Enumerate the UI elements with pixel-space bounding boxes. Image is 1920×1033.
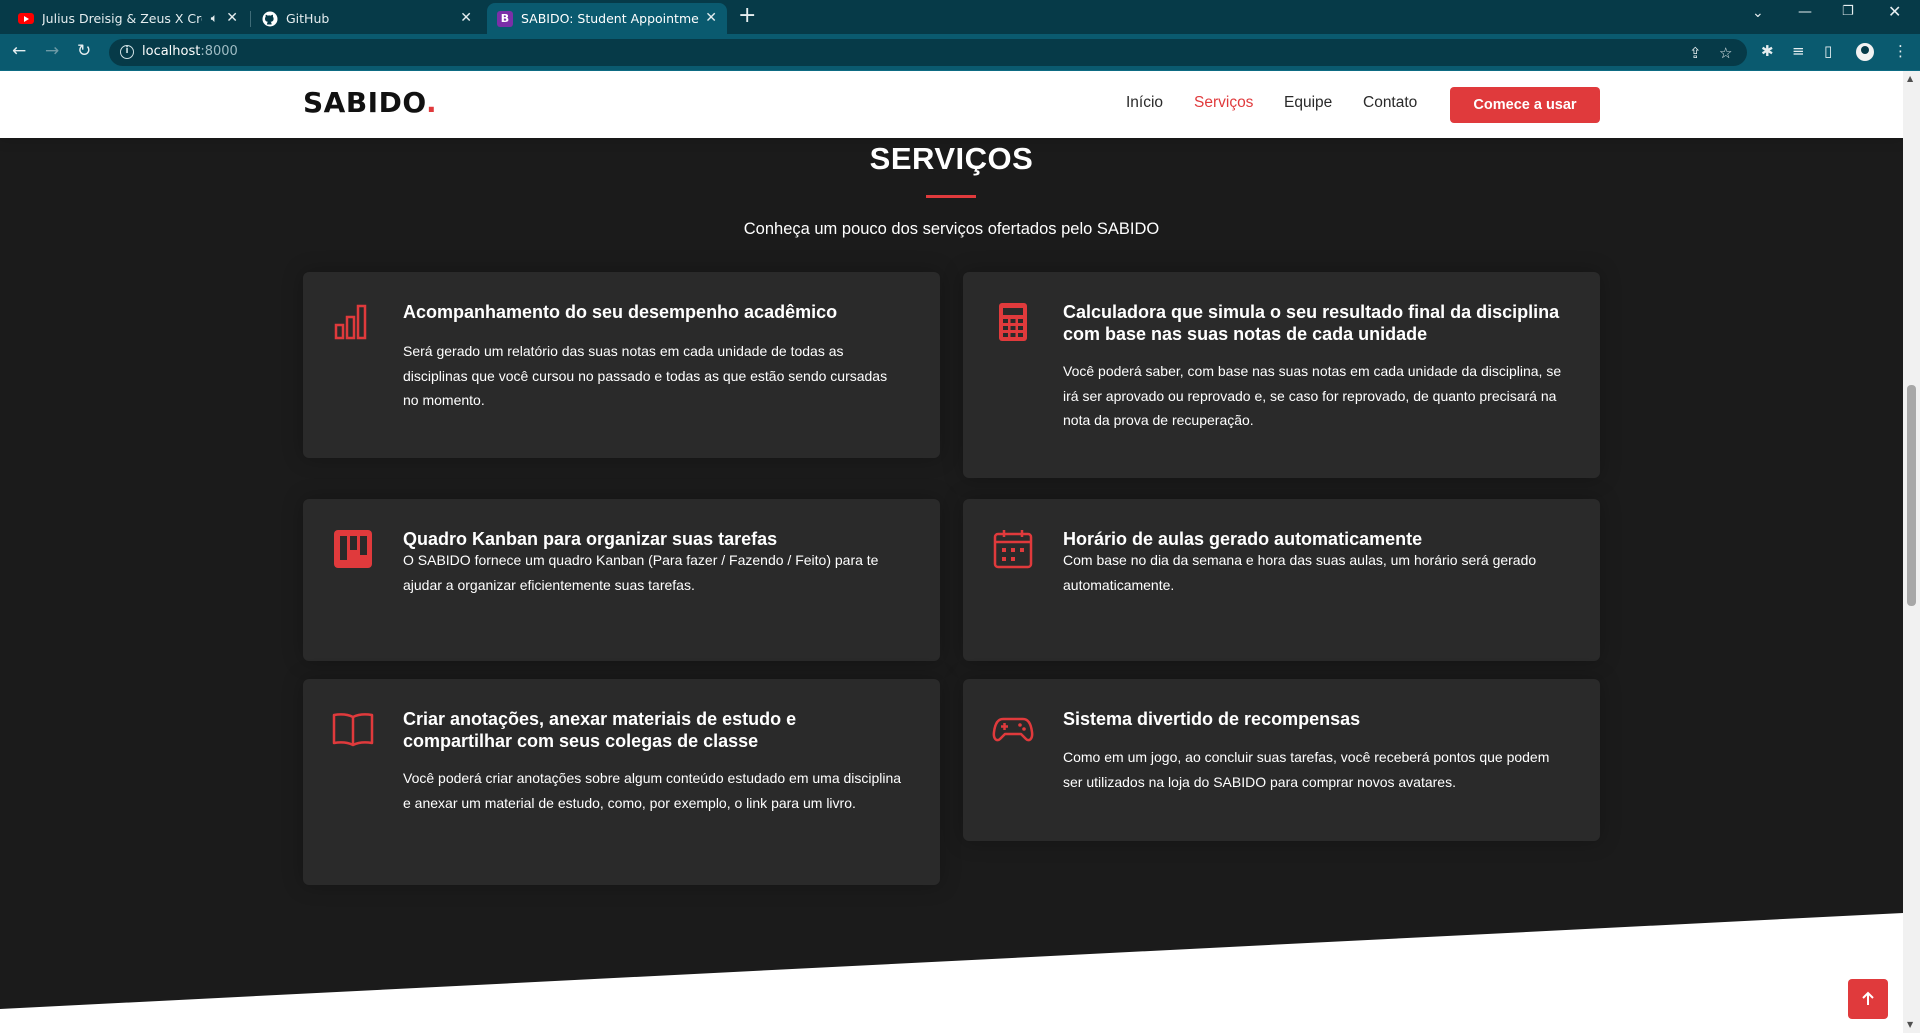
close-tab-icon[interactable]: ✕ [226, 10, 238, 26]
profile-avatar-icon[interactable] [1856, 43, 1874, 61]
section-divider-shape [0, 913, 1903, 1033]
card-title: Sistema divertido de recompensas [1063, 709, 1361, 729]
tab-title: Julius Dreisig & Zeus X Crona [42, 11, 202, 26]
media-controls-icon[interactable]: ≡ [1792, 42, 1805, 60]
scroll-thumb[interactable] [1907, 385, 1916, 606]
restore-icon[interactable]: ❐ [1842, 4, 1854, 19]
speaker-icon[interactable]: 🔈︎ [211, 11, 218, 26]
card-title: Calculadora que simula o seu resultado f… [1063, 302, 1560, 344]
card-title: Quadro Kanban para organizar suas tarefa… [403, 529, 778, 549]
card-text: Você poderá criar anotações sobre algum … [403, 770, 902, 811]
browser-tab-youtube[interactable]: Julius Dreisig & Zeus X Crona 🔈︎ ✕ [8, 3, 248, 34]
back-arrow-icon[interactable]: ← [12, 42, 26, 60]
service-card: Sistema divertido de recompensas Como em… [963, 679, 1600, 841]
extensions-puzzle-icon[interactable]: ✱ [1761, 42, 1774, 60]
tab-search-icon[interactable]: ⌄ [1752, 5, 1764, 21]
card-title: Criar anotações, anexar materiais de est… [403, 709, 797, 751]
forward-arrow-icon[interactable]: → [45, 42, 59, 60]
calculator-icon [999, 303, 1027, 341]
bookmark-star-icon[interactable]: ☆ [1719, 44, 1732, 62]
reload-icon[interactable]: ↻ [77, 42, 91, 60]
scroll-up-arrow-icon[interactable]: ▲ [1907, 74, 1913, 83]
section-title: SERVIÇOS [869, 141, 1034, 176]
minimize-icon[interactable]: — [1798, 4, 1812, 20]
menu-kebab-icon[interactable]: ⋮ [1893, 42, 1908, 60]
close-tab-icon[interactable]: ✕ [460, 10, 472, 26]
github-icon [262, 11, 278, 27]
address-bar[interactable]: i localhost:8000 ⇪ ☆ [109, 39, 1747, 66]
browser-tab-strip: Julius Dreisig & Zeus X Crona 🔈︎ ✕ GitHu… [0, 0, 1920, 34]
get-started-button[interactable]: Comece a usar [1450, 87, 1600, 123]
scroll-down-arrow-icon[interactable]: ▼ [1907, 1020, 1913, 1029]
site-info-icon[interactable]: i [120, 45, 134, 59]
browser-tab-github[interactable]: GitHub ✕ [252, 3, 482, 34]
youtube-icon [18, 11, 34, 27]
section-subtitle: Conheça um pouco dos serviços ofertados … [743, 220, 1160, 238]
url-text: localhost:8000 [142, 44, 238, 59]
new-tab-button[interactable]: + [738, 5, 756, 27]
nav-equipe[interactable]: Equipe [1284, 94, 1332, 112]
tab-title: SABIDO: Student Appointment B [521, 11, 699, 26]
browser-tab-sabido[interactable]: B SABIDO: Student Appointment B ✕ [487, 3, 727, 34]
service-card: Calculadora que simula o seu resultado f… [963, 272, 1600, 478]
service-card: Criar anotações, anexar materiais de est… [303, 679, 940, 885]
service-card: Horário de aulas gerado automaticamente … [963, 499, 1600, 661]
browser-toolbar: ← → ↻ i localhost:8000 ⇪ ☆ ✱ ≡ ▯ ⋮ [0, 34, 1920, 71]
tab-divider [250, 11, 251, 27]
nav-contato[interactable]: Contato [1363, 94, 1417, 112]
kanban-icon [334, 530, 372, 568]
site-header: SABIDO. Início Serviços Equipe Contato C… [0, 71, 1903, 138]
card-text: Será gerado um relatório das suas notas … [403, 343, 888, 408]
close-tab-icon[interactable]: ✕ [705, 10, 717, 26]
service-card: Quadro Kanban para organizar suas tarefa… [303, 499, 940, 661]
card-title: Acompanhamento do seu desempenho acadêmi… [403, 302, 838, 322]
site-logo[interactable]: SABIDO. [303, 86, 437, 119]
tab-title: GitHub [286, 11, 330, 26]
page-viewport: SABIDO. Início Serviços Equipe Contato C… [0, 71, 1903, 1033]
calendar-icon [993, 530, 1033, 569]
card-text: O SABIDO fornece um quadro Kanban (Para … [403, 552, 879, 593]
side-panel-icon[interactable]: ▯ [1824, 42, 1832, 60]
title-underline [926, 195, 976, 198]
card-text: Com base no dia da semana e hora das sua… [1063, 552, 1537, 593]
service-card: Acompanhamento do seu desempenho acadêmi… [303, 272, 940, 458]
bar-chart-icon [334, 304, 367, 340]
book-icon [332, 713, 374, 747]
gamepad-icon [992, 717, 1034, 742]
share-icon[interactable]: ⇪ [1689, 44, 1702, 62]
bootstrap-icon: B [497, 10, 513, 27]
close-window-icon[interactable]: ✕ [1888, 2, 1901, 21]
nav-inicio[interactable]: Início [1126, 94, 1163, 112]
page-scrollbar[interactable]: ▲ ▼ [1903, 71, 1920, 1033]
card-text: Você poderá saber, com base nas suas not… [1063, 363, 1562, 428]
nav-servicos[interactable]: Serviços [1194, 94, 1253, 112]
arrow-up-icon [1862, 991, 1874, 1005]
back-to-top-button[interactable] [1848, 979, 1888, 1019]
card-title: Horário de aulas gerado automaticamente [1063, 529, 1423, 549]
card-text: Como em um jogo, ao concluir suas tarefa… [1063, 749, 1550, 790]
